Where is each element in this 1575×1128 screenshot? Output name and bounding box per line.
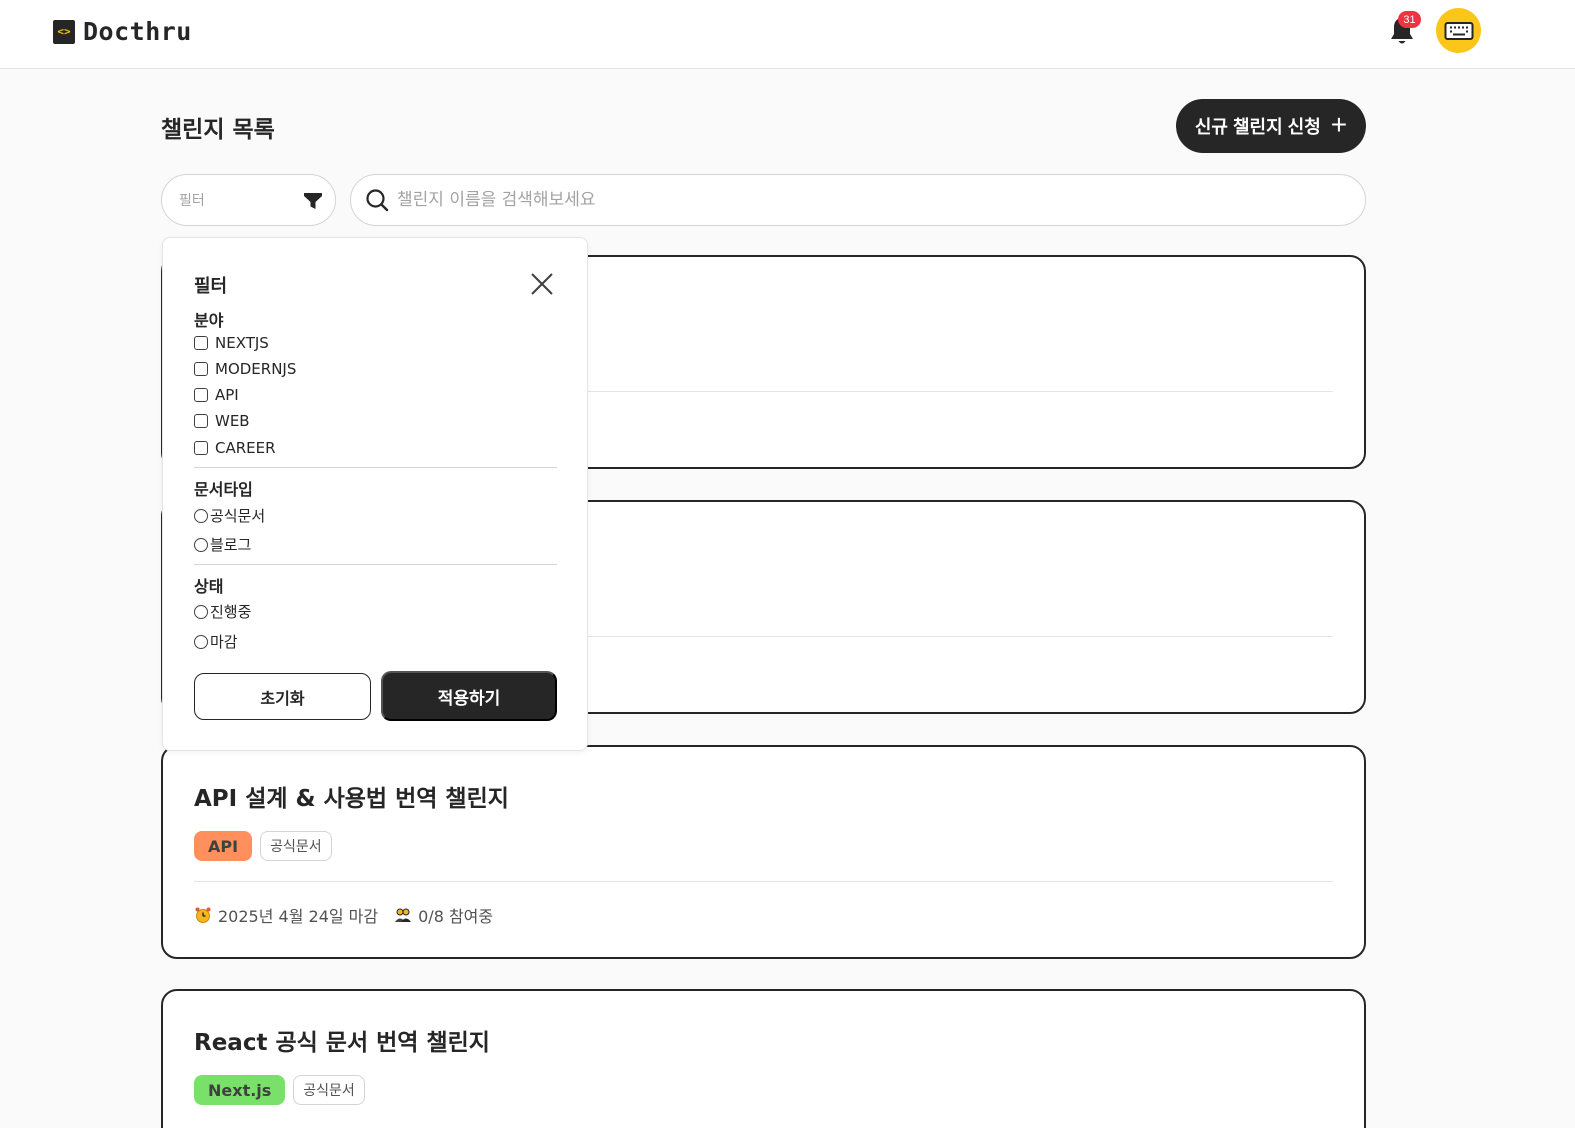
filter-icon <box>304 193 322 209</box>
checkbox[interactable] <box>194 441 208 455</box>
avatar[interactable] <box>1436 8 1481 53</box>
section-divider <box>194 564 557 565</box>
doctype-chip: 공식문서 <box>293 1075 365 1105</box>
category-chip: Next.js <box>194 1075 286 1105</box>
option-label: 진행중 <box>210 603 252 621</box>
top-header: <> Docthru 31 <box>0 0 1575 69</box>
option-label: MODERNJS <box>215 360 297 378</box>
field-section-title: 분야 <box>194 311 224 330</box>
alarm-clock-icon <box>195 907 211 923</box>
reset-button[interactable]: 초기화 <box>194 673 371 720</box>
option-label: CAREER <box>215 439 276 457</box>
doctype-option-blog[interactable]: 블로그 <box>194 534 251 555</box>
option-label: API <box>215 386 239 404</box>
category-chip: API <box>194 831 253 861</box>
card-divider <box>194 881 1333 882</box>
option-label: 블로그 <box>210 536 252 554</box>
doctype-option-official[interactable]: 공식문서 <box>194 505 265 526</box>
challenge-card[interactable]: React 공식 문서 번역 챌린지 Next.js 공식문서 <box>161 989 1366 1128</box>
logo[interactable]: <> Docthru <box>53 17 192 46</box>
option-label: 마감 <box>210 633 238 651</box>
option-label: 공식문서 <box>210 507 266 525</box>
option-label: NEXTJS <box>215 334 269 352</box>
status-option-closed[interactable]: 마감 <box>194 631 238 652</box>
logo-code-icon: <> <box>53 19 75 44</box>
section-divider <box>194 467 557 468</box>
doctype-chip: 공식문서 <box>260 831 332 861</box>
people-icon <box>395 908 412 922</box>
search-input[interactable] <box>397 190 1297 210</box>
deadline-text: 2025년 4월 24일 마감 <box>218 907 379 926</box>
checkbox[interactable] <box>194 336 208 350</box>
field-option-api[interactable]: API <box>194 386 239 404</box>
search-bar <box>350 174 1366 226</box>
close-icon[interactable] <box>529 271 555 297</box>
filter-panel-title: 필터 <box>194 276 228 297</box>
field-option-career[interactable]: CAREER <box>194 439 276 457</box>
filter-panel: 필터 분야 NEXTJS MODERNJS API WEB CAREER 문서타… <box>162 237 588 751</box>
new-challenge-button[interactable]: 신규 챌린지 신청 + <box>1176 99 1366 153</box>
new-challenge-label: 신규 챌린지 신청 <box>1194 117 1321 137</box>
field-option-web[interactable]: WEB <box>194 412 250 430</box>
challenge-card[interactable]: API 설계 & 사용법 번역 챌린지 API 공식문서 2025년 4월 24… <box>161 745 1366 959</box>
filter-dropdown[interactable]: 필터 <box>161 174 336 226</box>
checkbox[interactable] <box>194 362 208 376</box>
logo-text: Docthru <box>83 17 192 46</box>
page-title: 챌린지 목록 <box>161 117 275 143</box>
challenge-title: API 설계 & 사용법 번역 챌린지 <box>194 786 509 812</box>
filter-placeholder: 필터 <box>179 193 205 209</box>
radio[interactable] <box>194 604 208 619</box>
checkbox[interactable] <box>194 414 208 428</box>
participants-text: 0/8 참여중 <box>418 907 494 926</box>
challenge-title: React 공식 문서 번역 챌린지 <box>194 1030 490 1056</box>
checkbox[interactable] <box>194 388 208 402</box>
keyboard-icon <box>1444 21 1473 40</box>
apply-button[interactable]: 적용하기 <box>381 671 557 721</box>
field-option-nextjs[interactable]: NEXTJS <box>194 334 269 352</box>
search-icon <box>366 189 389 212</box>
plus-icon: + <box>1330 108 1348 140</box>
doctype-section-title: 문서타입 <box>194 480 253 499</box>
radio[interactable] <box>194 634 208 649</box>
notification-badge: 31 <box>1398 11 1421 28</box>
option-label: WEB <box>215 412 250 430</box>
radio[interactable] <box>194 508 208 523</box>
status-section-title: 상태 <box>194 577 224 596</box>
radio[interactable] <box>194 537 208 552</box>
field-option-modernjs[interactable]: MODERNJS <box>194 360 296 378</box>
status-option-ongoing[interactable]: 진행중 <box>194 601 251 622</box>
